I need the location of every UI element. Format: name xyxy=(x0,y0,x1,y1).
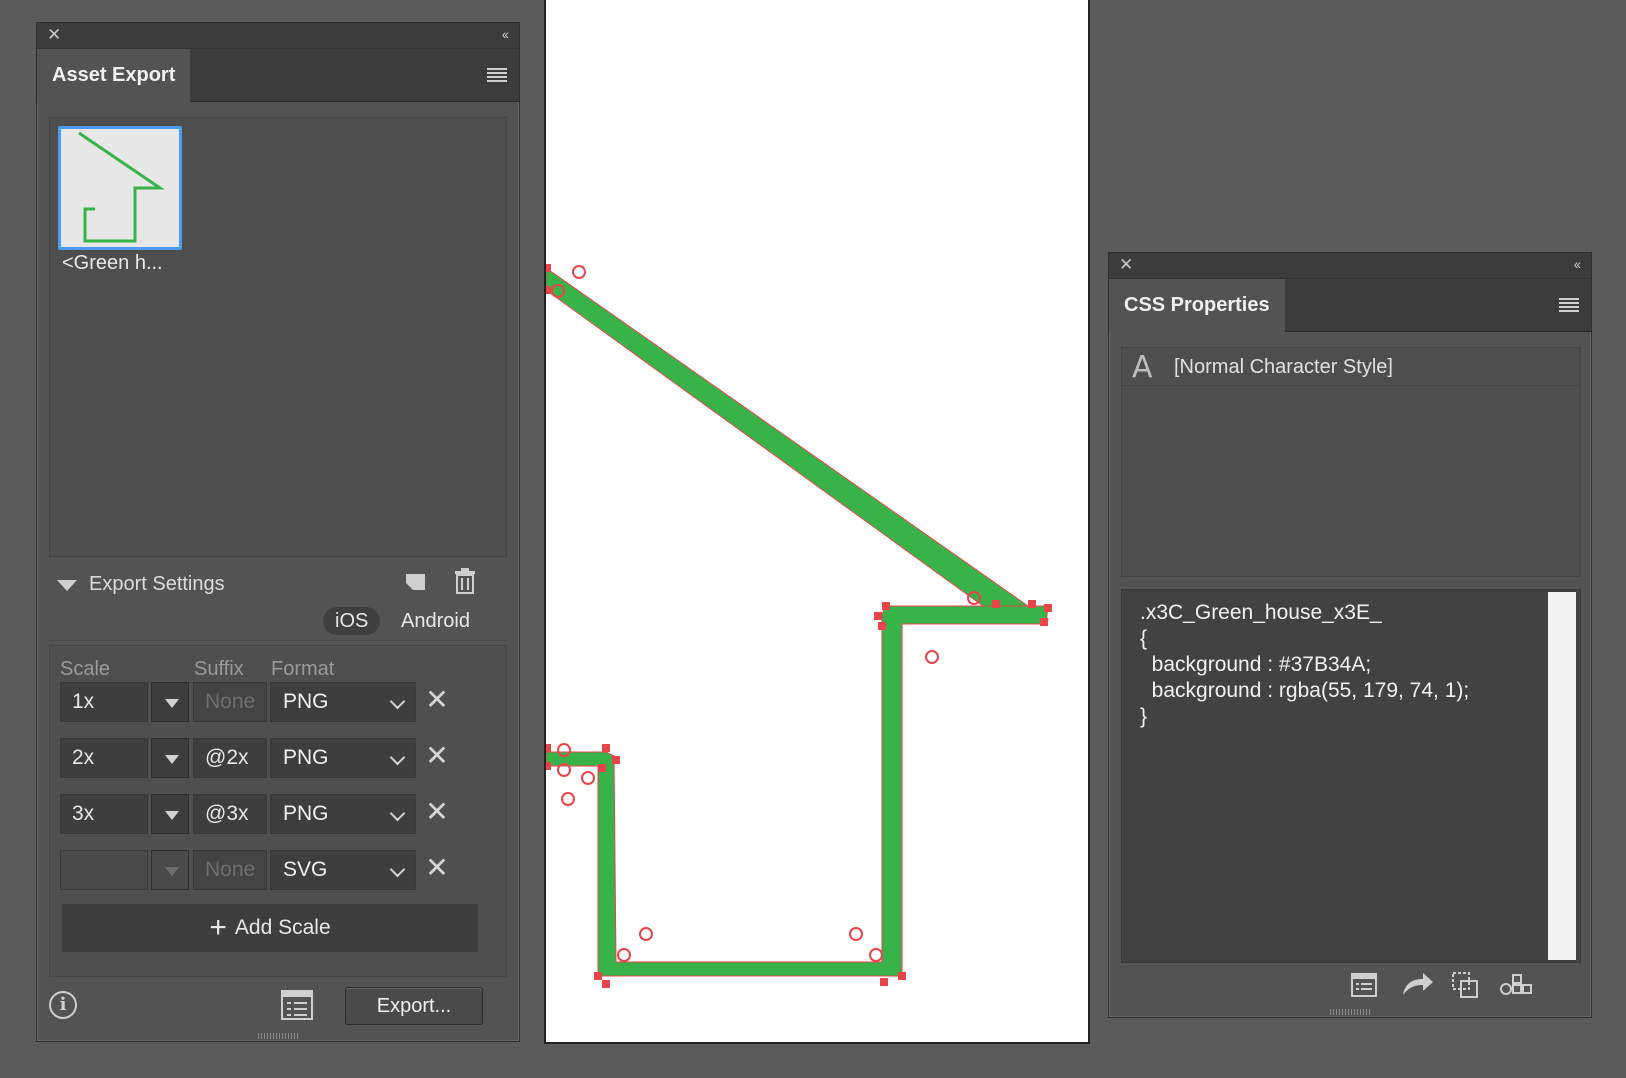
scale-dropdown-icon[interactable] xyxy=(151,794,189,834)
plus-icon: + xyxy=(209,911,227,944)
format-select[interactable]: PNG xyxy=(270,794,416,834)
generate-css-icon[interactable] xyxy=(1499,971,1533,1002)
remove-scale-icon[interactable]: ✕ xyxy=(424,742,450,770)
suffix-field[interactable]: None xyxy=(193,850,267,890)
asset-thumbnail[interactable] xyxy=(58,126,182,250)
css-code: .x3C_Green_house_x3E_ { background : #37B… xyxy=(1140,600,1469,730)
disclosure-triangle-icon[interactable] xyxy=(57,580,77,591)
platform-ios-button[interactable]: iOS xyxy=(323,607,381,635)
export-settings-dialog-icon[interactable] xyxy=(281,989,313,1026)
code-line: { xyxy=(1140,627,1148,650)
remove-scale-icon[interactable]: ✕ xyxy=(424,798,450,826)
new-item-icon[interactable] xyxy=(405,571,427,598)
column-header-suffix: Suffix xyxy=(194,658,244,680)
css-code-view[interactable]: .x3C_Green_house_x3E_ { background : #37B… xyxy=(1121,589,1581,963)
character-style-name: [Normal Character Style] xyxy=(1174,356,1393,378)
panel-topbar: ✕ ‹‹ xyxy=(37,23,519,49)
code-line: } xyxy=(1140,705,1148,728)
character-style-icon: A xyxy=(1132,350,1153,385)
scale-dropdown-icon[interactable] xyxy=(151,738,189,778)
format-select[interactable]: SVG xyxy=(270,850,416,890)
collapse-icon[interactable]: ‹‹ xyxy=(1574,256,1581,272)
export-css-options-icon[interactable] xyxy=(1351,973,1377,1002)
panel-menu-icon[interactable] xyxy=(1559,298,1579,312)
scale-field[interactable] xyxy=(60,850,148,890)
remove-scale-icon[interactable]: ✕ xyxy=(424,686,450,714)
suffix-field[interactable]: None xyxy=(193,682,267,722)
green-house-thumbnail-icon xyxy=(78,131,165,243)
close-icon[interactable]: ✕ xyxy=(47,26,61,44)
character-style-list: A [Normal Character Style] xyxy=(1121,347,1581,577)
export-selected-css-icon[interactable] xyxy=(1401,971,1435,1002)
export-button[interactable]: Export... xyxy=(345,987,483,1025)
list-item[interactable]: A [Normal Character Style] xyxy=(1122,348,1580,386)
close-icon[interactable]: ✕ xyxy=(1119,256,1133,274)
scale-row: 2x @2x PNG ✕ xyxy=(50,738,508,778)
tab-row: CSS Properties xyxy=(1109,279,1591,333)
format-select[interactable]: PNG xyxy=(270,682,416,722)
remove-scale-icon[interactable]: ✕ xyxy=(424,854,450,882)
tab-asset-export[interactable]: Asset Export xyxy=(37,49,191,103)
column-header-scale: Scale xyxy=(60,658,111,680)
scale-row: 1x None PNG ✕ xyxy=(50,682,508,722)
green-house-path[interactable] xyxy=(543,0,1088,1042)
css-properties-panel: ✕ ‹‹ CSS Properties A [Normal Character … xyxy=(1108,252,1592,1018)
info-icon[interactable]: i xyxy=(49,991,77,1019)
anchor-points[interactable] xyxy=(543,264,1052,988)
scale-field[interactable]: 1x xyxy=(60,682,148,722)
panel-menu-icon[interactable] xyxy=(487,68,507,82)
code-line: .x3C_Green_house_x3E_ xyxy=(1140,601,1382,624)
scale-dropdown-icon[interactable] xyxy=(151,682,189,722)
column-header-format: Format xyxy=(271,658,335,680)
platform-selector: iOS Android xyxy=(49,605,507,641)
asset-export-panel: ✕ ‹‹ Asset Export <Green h... Export Set… xyxy=(36,22,520,1042)
platform-android-button[interactable]: Android xyxy=(389,607,482,635)
resize-grip-icon[interactable] xyxy=(258,1033,298,1039)
export-settings-title: Export Settings xyxy=(89,573,225,595)
scale-field[interactable]: 3x xyxy=(60,794,148,834)
asset-label: <Green h... xyxy=(62,252,163,274)
code-line: background : #37B34A; xyxy=(1140,653,1372,676)
resize-grip-icon[interactable] xyxy=(1330,1009,1370,1015)
trash-icon[interactable] xyxy=(453,567,477,600)
css-panel-footer xyxy=(1109,967,1593,1007)
add-scale-button[interactable]: + Add Scale xyxy=(62,904,478,952)
scale-row: None SVG ✕ xyxy=(50,850,508,890)
suffix-field[interactable]: @2x xyxy=(193,738,267,778)
collapse-icon[interactable]: ‹‹ xyxy=(502,26,509,42)
scale-settings: Scale Suffix Format 1x None PNG ✕ 2x @2x… xyxy=(49,645,507,977)
scrollbar[interactable] xyxy=(1548,592,1576,960)
tab-row: Asset Export xyxy=(37,49,519,103)
code-line: background : rgba(55, 179, 74, 1); xyxy=(1140,679,1470,702)
scale-row: 3x @3x PNG ✕ xyxy=(50,794,508,834)
asset-grid: <Green h... xyxy=(49,117,507,557)
copy-css-icon[interactable] xyxy=(1451,971,1479,1004)
add-scale-label: Add Scale xyxy=(234,916,331,939)
asset-panel-footer: i Export... xyxy=(37,985,521,1029)
panel-topbar: ✕ ‹‹ xyxy=(1109,253,1591,279)
scale-dropdown-icon[interactable] xyxy=(151,850,189,890)
tab-css-properties[interactable]: CSS Properties xyxy=(1109,279,1285,333)
suffix-field[interactable]: @3x xyxy=(193,794,267,834)
artboard[interactable] xyxy=(543,0,1090,1044)
scale-field[interactable]: 2x xyxy=(60,738,148,778)
export-settings-header[interactable]: Export Settings xyxy=(49,568,507,601)
format-select[interactable]: PNG xyxy=(270,738,416,778)
